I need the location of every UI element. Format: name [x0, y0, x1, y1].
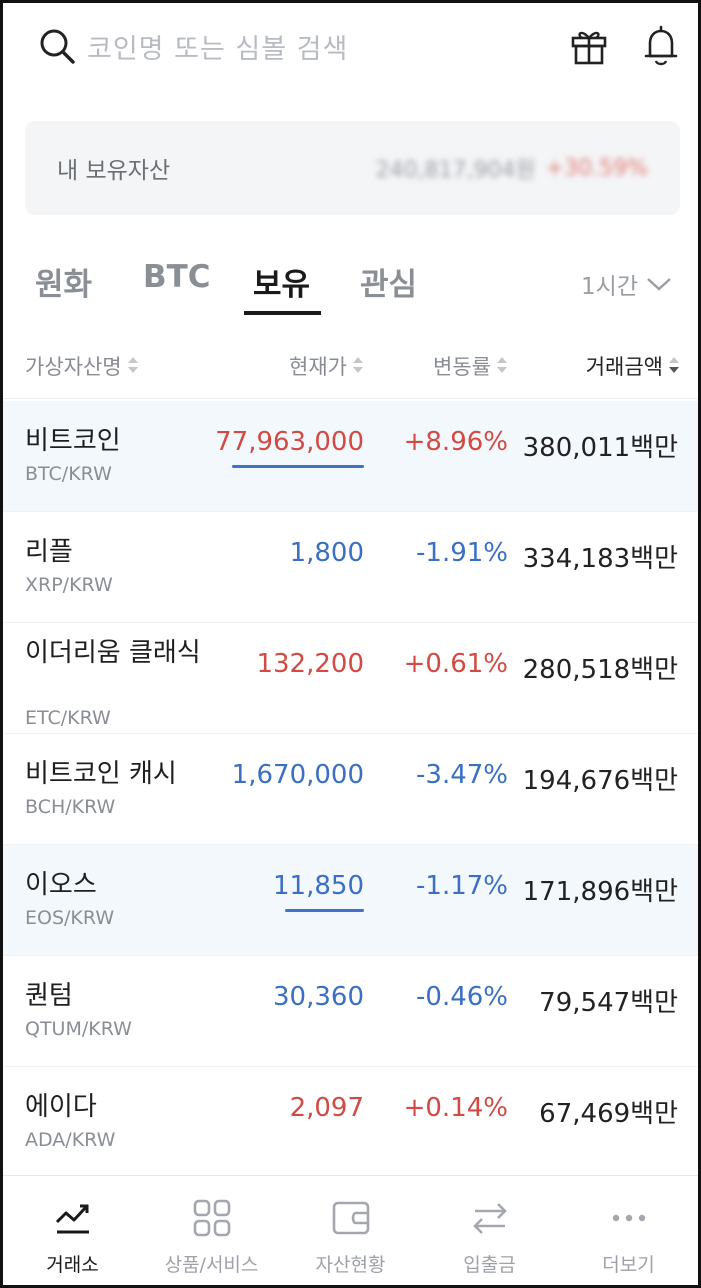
more-icon: [612, 1214, 645, 1222]
tab-favorites[interactable]: 관심: [360, 259, 417, 304]
coin-change-rate: +0.14%: [403, 1093, 508, 1123]
coin-price: 1,800: [289, 538, 364, 568]
grid-icon: [193, 1199, 230, 1237]
nav-products[interactable]: 상품/서비스: [142, 1176, 281, 1285]
sort-by-change[interactable]: 변동률: [433, 351, 508, 381]
coin-row[interactable]: 이오스 EOS/KRW 11,850 -1.17% 171,896백만: [3, 845, 698, 956]
coin-volume: 171,896백만: [522, 877, 678, 907]
coin-list: 비트코인 BTC/KRW 77,963,000 +8.96% 380,011백만리플 XR…: [3, 401, 698, 1178]
period-label: 1시간: [581, 274, 638, 300]
coin-volume: 194,676백만: [522, 766, 678, 796]
nav-more[interactable]: 더보기: [559, 1176, 698, 1285]
coin-volume: 380,011백만: [522, 433, 678, 463]
nav-label: 거래소: [46, 1254, 99, 1276]
sort-icon: [496, 357, 508, 375]
nav-deposit-withdraw[interactable]: 입출금: [420, 1176, 559, 1285]
sort-by-price[interactable]: 현재가: [289, 351, 364, 381]
coin-pair: ETC/KRW: [25, 707, 111, 729]
coin-price: 1,670,000: [231, 760, 364, 790]
price-underline: [284, 909, 364, 912]
coin-row[interactable]: 에이다 ADA/KRW 2,097 +0.14% 67,469백만: [3, 1067, 698, 1178]
coin-pair: BTC/KRW: [25, 463, 112, 485]
coin-pair: XRP/KRW: [25, 574, 113, 596]
coin-volume: 280,518백만: [522, 655, 678, 685]
sort-icon: [127, 357, 139, 375]
wallet-icon: [332, 1201, 369, 1235]
coin-name: 퀀텀: [25, 981, 73, 1011]
my-assets-change: +30.59%: [545, 155, 648, 181]
gift-icon[interactable]: [568, 23, 610, 69]
coin-change-rate: -3.47%: [416, 760, 508, 790]
coin-change-rate: -1.17%: [416, 871, 508, 901]
my-assets-card[interactable]: 내 보유자산 240,817,904원 +30.59%: [25, 121, 680, 215]
coin-name: 리플: [25, 537, 73, 567]
coin-name: 비트코인: [25, 426, 121, 456]
sort-by-name[interactable]: 가상자산명: [25, 351, 139, 381]
nav-label: 더보기: [602, 1254, 655, 1276]
sort-icon: [352, 357, 364, 375]
coin-price: 11,850: [273, 871, 364, 901]
tab-krw[interactable]: 원화: [35, 259, 92, 304]
coin-row[interactable]: 퀀텀 QTUM/KRW 30,360 -0.46% 79,547백만: [3, 956, 698, 1067]
sort-desc-icon: [668, 357, 680, 375]
coin-change-rate: -0.46%: [416, 982, 508, 1012]
coin-volume: 79,547백만: [539, 988, 678, 1018]
market-tabs: 원화 BTC 보유 관심 1시간: [3, 251, 698, 321]
coin-change-rate: +8.96%: [403, 427, 508, 457]
app-screen: 코인명 또는 심볼 검색 내 보유자산 240,817,904원 +30.59%…: [0, 0, 701, 1288]
period-selector[interactable]: 1시간: [581, 267, 672, 301]
column-volume-label: 거래금액: [585, 355, 663, 379]
column-name-label: 가상자산명: [25, 355, 122, 379]
search-icon[interactable]: [37, 26, 77, 66]
column-price-label: 현재가: [289, 355, 347, 379]
coin-volume: 67,469백만: [539, 1099, 678, 1129]
search-input[interactable]: 코인명 또는 심볼 검색: [87, 27, 348, 66]
column-header: 가상자산명 현재가 변동률 거래금액: [3, 333, 698, 399]
chevron-down-icon: [647, 278, 671, 291]
my-assets-amount: 240,817,904원: [375, 158, 536, 183]
nav-label: 입출금: [463, 1254, 516, 1276]
sort-by-volume[interactable]: 거래금액: [586, 351, 680, 381]
active-tab-indicator: [244, 311, 321, 315]
coin-name: 에이다: [25, 1092, 97, 1122]
tab-holdings[interactable]: 보유: [253, 259, 310, 304]
column-change-label: 변동률: [433, 355, 491, 379]
coin-name: 비트코인 캐시: [25, 759, 177, 789]
my-assets-label: 내 보유자산: [57, 158, 171, 184]
nav-label: 자산현황: [315, 1254, 386, 1276]
price-underline: [232, 465, 364, 468]
coin-price: 2,097: [289, 1093, 364, 1123]
coin-pair: ADA/KRW: [25, 1129, 116, 1151]
coin-price: 132,200: [256, 649, 364, 679]
bottom-nav: 거래소 상품/서비스 자산현황 입출금 더보기: [3, 1175, 698, 1285]
coin-row[interactable]: 리플 XRP/KRW 1,800 -1.91% 334,183백만: [3, 512, 698, 623]
coin-price: 30,360: [273, 982, 364, 1012]
coin-change-rate: +0.61%: [403, 649, 508, 679]
bell-icon[interactable]: [640, 23, 682, 69]
nav-exchange[interactable]: 거래소: [3, 1176, 142, 1285]
nav-label: 상품/서비스: [164, 1254, 259, 1276]
transfer-icon: [472, 1203, 507, 1234]
search-bar[interactable]: 코인명 또는 심볼 검색: [27, 17, 682, 75]
nav-assets[interactable]: 자산현황: [281, 1176, 420, 1285]
coin-pair: QTUM/KRW: [25, 1018, 132, 1040]
coin-pair: EOS/KRW: [25, 907, 115, 929]
chart-trend-icon: [55, 1204, 89, 1234]
coin-volume: 334,183백만: [522, 544, 678, 574]
my-assets-value: 240,817,904원 +30.59%: [375, 152, 648, 184]
coin-price: 77,963,000: [215, 427, 364, 457]
coin-pair: BCH/KRW: [25, 796, 116, 818]
coin-name: 이오스: [25, 870, 97, 900]
coin-row[interactable]: 이더리움 클래식 ETC/KRW 132,200 +0.61% 280,518백만: [3, 623, 698, 734]
tab-btc[interactable]: BTC: [143, 259, 211, 295]
coin-name: 이더리움 클래식: [25, 638, 201, 668]
coin-row[interactable]: 비트코인 BTC/KRW 77,963,000 +8.96% 380,011백만: [3, 401, 698, 512]
coin-change-rate: -1.91%: [416, 538, 508, 568]
coin-row[interactable]: 비트코인 캐시 BCH/KRW 1,670,000 -3.47% 194,676백만: [3, 734, 698, 845]
